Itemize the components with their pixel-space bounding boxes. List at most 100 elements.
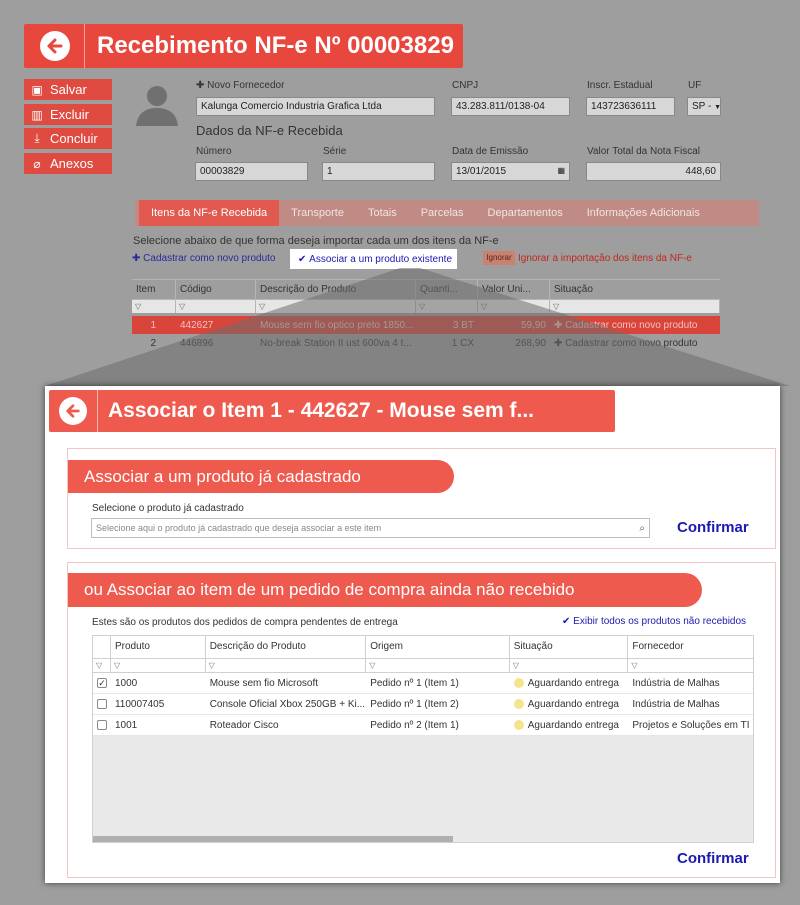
check-icon: ✔ bbox=[562, 616, 571, 627]
date-field[interactable]: 13/01/2015 ▦ bbox=[451, 162, 570, 181]
serie-field[interactable]: 1 bbox=[322, 162, 435, 181]
table-row[interactable]: ✓ 1000 Mouse sem fio Microsoft Pedido nº… bbox=[93, 673, 753, 694]
filter-icon[interactable]: ▽ bbox=[111, 659, 206, 672]
supplier-field[interactable]: Kalunga Comercio Industria Grafica Ltda bbox=[196, 97, 435, 116]
uf-select[interactable]: SP - ▼ bbox=[687, 97, 721, 116]
option-new-label: Cadastrar como novo produto bbox=[143, 253, 276, 264]
tab-informacoes[interactable]: Informações Adicionais bbox=[575, 200, 712, 226]
horizontal-scrollbar[interactable] bbox=[93, 836, 453, 842]
chevron-down-icon: ▼ bbox=[714, 104, 721, 111]
section2-heading: ou Associar ao item de um pedido de comp… bbox=[68, 573, 702, 607]
cell-descricao: Mouse sem fio Microsoft bbox=[209, 677, 319, 689]
table-row[interactable]: 110007405 Console Oficial Xbox 250GB + K… bbox=[93, 694, 753, 715]
date-value: 13/01/2015 bbox=[456, 166, 507, 177]
col-situacao[interactable]: Situação bbox=[550, 280, 720, 299]
numero-label: Número bbox=[196, 146, 232, 157]
avatar-icon bbox=[136, 86, 178, 126]
page-title: Recebimento NF-e Nº 00003829 bbox=[97, 32, 454, 59]
confirm-button-2[interactable]: Confirmar bbox=[677, 850, 749, 867]
col-select bbox=[93, 636, 111, 658]
ie-field[interactable]: 143723636111 bbox=[586, 97, 675, 116]
filter-icon[interactable]: ▽ bbox=[93, 659, 111, 672]
filter-icon[interactable]: ▽ bbox=[510, 659, 629, 672]
cell-descricao: Mouse sem fio optico preto 1850... bbox=[260, 319, 414, 331]
associate-modal: Associar o Item 1 - 442627 - Mouse sem f… bbox=[45, 386, 780, 883]
cell-item: 2 bbox=[150, 337, 156, 349]
new-supplier-link[interactable]: ✚ Novo Fornecedor bbox=[196, 80, 284, 91]
cell-descricao: No-break Station II ust 600va 4 t... bbox=[260, 337, 412, 349]
back-button[interactable] bbox=[40, 31, 70, 61]
total-field[interactable]: 448,60 bbox=[586, 162, 721, 181]
items-filter-row: ▽ ▽ ▽ ▽ ▽ ▽ bbox=[132, 299, 720, 313]
filter-icon[interactable]: ▽ bbox=[628, 659, 753, 672]
col-situacao[interactable]: Situação bbox=[510, 636, 629, 658]
cell-origem: Pedido nº 1 (Item 1) bbox=[370, 677, 459, 689]
attachments-button[interactable]: ⌀ Anexos bbox=[24, 153, 112, 174]
modal-back-button[interactable] bbox=[59, 397, 87, 425]
table-row[interactable]: 1 442627 Mouse sem fio optico preto 1850… bbox=[132, 316, 720, 334]
filter-icon[interactable]: ▽ bbox=[478, 299, 550, 313]
cnpj-label: CNPJ bbox=[452, 80, 479, 91]
calendar-icon[interactable]: ▦ bbox=[557, 166, 565, 177]
modal-title-bar: Associar o Item 1 - 442627 - Mouse sem f… bbox=[49, 390, 615, 432]
show-all-label: Exibir todos os produtos não recebidos bbox=[573, 616, 747, 627]
option-associate-link[interactable]: ✔ Associar a um produto existente bbox=[290, 249, 457, 269]
tab-totais[interactable]: Totais bbox=[356, 200, 409, 226]
product-search-input[interactable]: Selecione aqui o produto já cadastrado q… bbox=[91, 518, 650, 538]
tab-transporte[interactable]: Transporte bbox=[279, 200, 356, 226]
col-fornecedor[interactable]: Fornecedor bbox=[628, 636, 753, 658]
col-valor[interactable]: Valor Uni... bbox=[478, 280, 550, 299]
col-produto[interactable]: Produto bbox=[111, 636, 206, 658]
filter-icon[interactable]: ▽ bbox=[366, 659, 510, 672]
search-icon[interactable]: ⌕ bbox=[639, 523, 645, 534]
table-row[interactable]: 2 446896 No-break Station II ust 600va 4… bbox=[132, 334, 720, 352]
table-row[interactable]: 1001 Roteador Cisco Pedido nº 2 (Item 1)… bbox=[93, 715, 753, 736]
filter-icon[interactable]: ▽ bbox=[176, 299, 256, 313]
col-quantidade[interactable]: Quanti... bbox=[416, 280, 478, 299]
conclude-button[interactable]: ⤓ Concluir bbox=[24, 128, 112, 149]
section1-heading: Associar a um produto já cadastrado bbox=[68, 460, 454, 493]
row-checkbox[interactable] bbox=[97, 699, 107, 709]
items-grid-header: Item Código Descrição do Produto Quanti.… bbox=[132, 280, 720, 299]
save-button[interactable]: ▣ Salvar bbox=[24, 79, 112, 100]
cnpj-field[interactable]: 43.283.811/0138-04 bbox=[451, 97, 570, 116]
page-title-bar: Recebimento NF-e Nº 00003829 bbox=[24, 24, 463, 68]
col-descricao[interactable]: Descrição do Produto bbox=[256, 280, 416, 299]
cell-codigo: 442627 bbox=[180, 319, 214, 331]
cell-origem: Pedido nº 1 (Item 2) bbox=[370, 698, 459, 710]
option-new-product-link[interactable]: ✚ Cadastrar como novo produto bbox=[132, 253, 275, 264]
col-origem[interactable]: Origem bbox=[366, 636, 510, 658]
orders-grid-header: Produto Descrição do Produto Origem Situ… bbox=[93, 636, 753, 658]
col-descricao[interactable]: Descrição do Produto bbox=[206, 636, 367, 658]
tab-itens[interactable]: Itens da NF-e Recebida bbox=[139, 200, 280, 226]
modal-title: Associar o Item 1 - 442627 - Mouse sem f… bbox=[108, 399, 535, 422]
filter-icon[interactable]: ▽ bbox=[132, 299, 176, 313]
tab-departamentos[interactable]: Departamentos bbox=[476, 200, 575, 226]
situacao-text: Cadastrar como novo produto bbox=[565, 337, 698, 349]
confirm-button-1[interactable]: Confirmar bbox=[677, 519, 749, 536]
filter-icon[interactable]: ▽ bbox=[206, 659, 367, 672]
download-icon: ⤓ bbox=[34, 131, 40, 145]
filter-icon[interactable]: ▽ bbox=[256, 299, 416, 313]
save-label: Salvar bbox=[50, 82, 87, 97]
filter-icon[interactable]: ▽ bbox=[550, 299, 720, 313]
ignore-badge[interactable]: Ignorar bbox=[483, 251, 515, 265]
trash-icon: ▥ bbox=[31, 107, 43, 122]
col-item[interactable]: Item bbox=[132, 280, 176, 299]
filter-icon[interactable]: ▽ bbox=[416, 299, 478, 313]
show-all-link[interactable]: ✔ Exibir todos os produtos não recebidos bbox=[562, 616, 746, 627]
new-supplier-label: Novo Fornecedor bbox=[207, 80, 285, 91]
delete-button[interactable]: ▥ Excluir bbox=[24, 104, 112, 125]
ignore-link[interactable]: Ignorar a importação dos itens da NF-e bbox=[518, 253, 692, 264]
cell-situacao: ✚ Cadastrar como novo produto bbox=[554, 319, 698, 331]
product-field-label: Selecione o produto já cadastrado bbox=[92, 503, 244, 514]
tab-parcelas[interactable]: Parcelas bbox=[409, 200, 476, 226]
row-checkbox[interactable]: ✓ bbox=[97, 678, 107, 688]
associate-existing-panel: Associar a um produto já cadastrado Sele… bbox=[67, 448, 776, 549]
col-codigo[interactable]: Código bbox=[176, 280, 256, 299]
row-checkbox[interactable] bbox=[97, 720, 107, 730]
status-dot-icon bbox=[513, 678, 524, 688]
cell-situacao: Aguardando entrega bbox=[510, 678, 629, 689]
cell-fornecedor: Projetos e Soluções em TI bbox=[632, 719, 750, 731]
numero-field[interactable]: 00003829 bbox=[195, 162, 308, 181]
